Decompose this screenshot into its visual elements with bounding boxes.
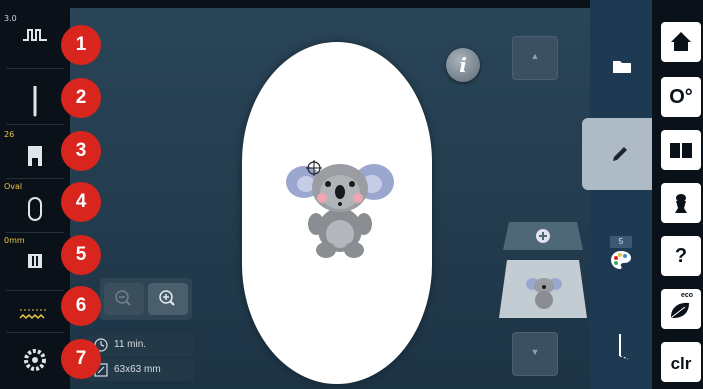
callout-7: 7 — [61, 339, 101, 379]
tension-wave-icon — [23, 29, 47, 41]
chevron-down-icon: ▼ — [530, 347, 540, 357]
home-icon — [671, 32, 691, 51]
clear-button[interactable]: clr — [661, 342, 701, 382]
needle-selection[interactable] — [0, 72, 70, 118]
zoom-panel — [100, 278, 192, 320]
pencil-icon — [613, 147, 627, 161]
callout-3: 3 — [61, 131, 101, 171]
help-button[interactable]: ? — [661, 236, 701, 276]
hoop-name: Oval — [4, 182, 23, 191]
feed-dog-value: 0mm — [4, 236, 25, 245]
dress-form-icon — [675, 194, 687, 213]
design-size-readout: 63x63 mm — [88, 359, 194, 381]
callout-6: 6 — [61, 286, 101, 326]
zoom-out-icon — [115, 290, 131, 306]
oval-hoop-icon — [28, 197, 42, 221]
stitch-time-value: 11 min. — [114, 339, 147, 350]
callout-1: 1 — [61, 25, 101, 65]
hoop-preview[interactable] — [497, 220, 589, 320]
left-status-rail: 3.0 26 Oval 0mm — [0, 0, 70, 389]
eco-label: eco — [681, 292, 694, 299]
chevron-up-icon: ▲ — [530, 51, 540, 61]
presser-foot-indicator[interactable]: 26 — [0, 130, 70, 176]
zoom-in-icon — [159, 290, 175, 306]
upper-thread-tension[interactable]: 3.0 — [0, 14, 70, 60]
needle-icon — [33, 86, 37, 117]
callout-4: 4 — [61, 182, 101, 222]
color-count-badge: 5 — [610, 236, 632, 248]
zoom-in-button[interactable] — [148, 283, 188, 315]
tab-selection[interactable] — [590, 32, 652, 104]
tab-stitching[interactable] — [590, 310, 652, 382]
stitch-time-readout: 11 min. — [88, 334, 194, 356]
home-button[interactable] — [661, 22, 701, 62]
eco-button[interactable]: eco — [661, 289, 701, 329]
bobbin-thread-icon — [19, 309, 46, 320]
tension-value: 3.0 — [4, 14, 17, 23]
folder-icon — [613, 61, 631, 73]
zoom-out-button[interactable] — [104, 283, 144, 315]
callout-5: 5 — [61, 235, 101, 275]
oval-hoop-canvas[interactable] — [242, 42, 432, 384]
embroidery-screen: 3.0 26 Oval 0mm 1 2 3 4 5 6 7 i ▲ ▼ 11 m… — [0, 0, 703, 389]
bobbin-icon — [24, 349, 46, 371]
bobbin-indicator[interactable] — [0, 336, 70, 382]
tab-colors[interactable]: 5 — [590, 228, 652, 300]
presser-foot-icon — [28, 146, 42, 166]
palette-icon — [611, 251, 631, 269]
clear-label: clr — [670, 354, 692, 373]
info-button[interactable]: i — [446, 48, 480, 82]
scroll-down-button[interactable]: ▼ — [512, 332, 558, 376]
feed-dog-indicator[interactable]: 0mm — [0, 236, 70, 282]
gear-icon: O° — [669, 86, 693, 108]
tab-edit[interactable] — [582, 118, 652, 190]
tutorial-button[interactable] — [661, 130, 701, 170]
callout-2: 2 — [61, 78, 101, 118]
needle-stitch-icon — [619, 334, 629, 360]
hoop-selection[interactable]: Oval — [0, 182, 70, 228]
consultant-button[interactable] — [661, 183, 701, 223]
question-icon: ? — [674, 245, 688, 267]
mode-tab-column: 5 — [582, 0, 652, 389]
foot-number: 26 — [4, 130, 15, 139]
scroll-up-button[interactable]: ▲ — [512, 36, 558, 80]
settings-button[interactable]: O° — [661, 77, 701, 117]
feed-dog-icon — [28, 254, 42, 268]
koala-motif[interactable] — [242, 42, 432, 384]
design-size-value: 63x63 mm — [114, 364, 161, 375]
book-icon — [670, 143, 692, 158]
system-button-column: O° ? eco clr — [652, 0, 703, 389]
preview-thumbnail — [499, 222, 587, 318]
